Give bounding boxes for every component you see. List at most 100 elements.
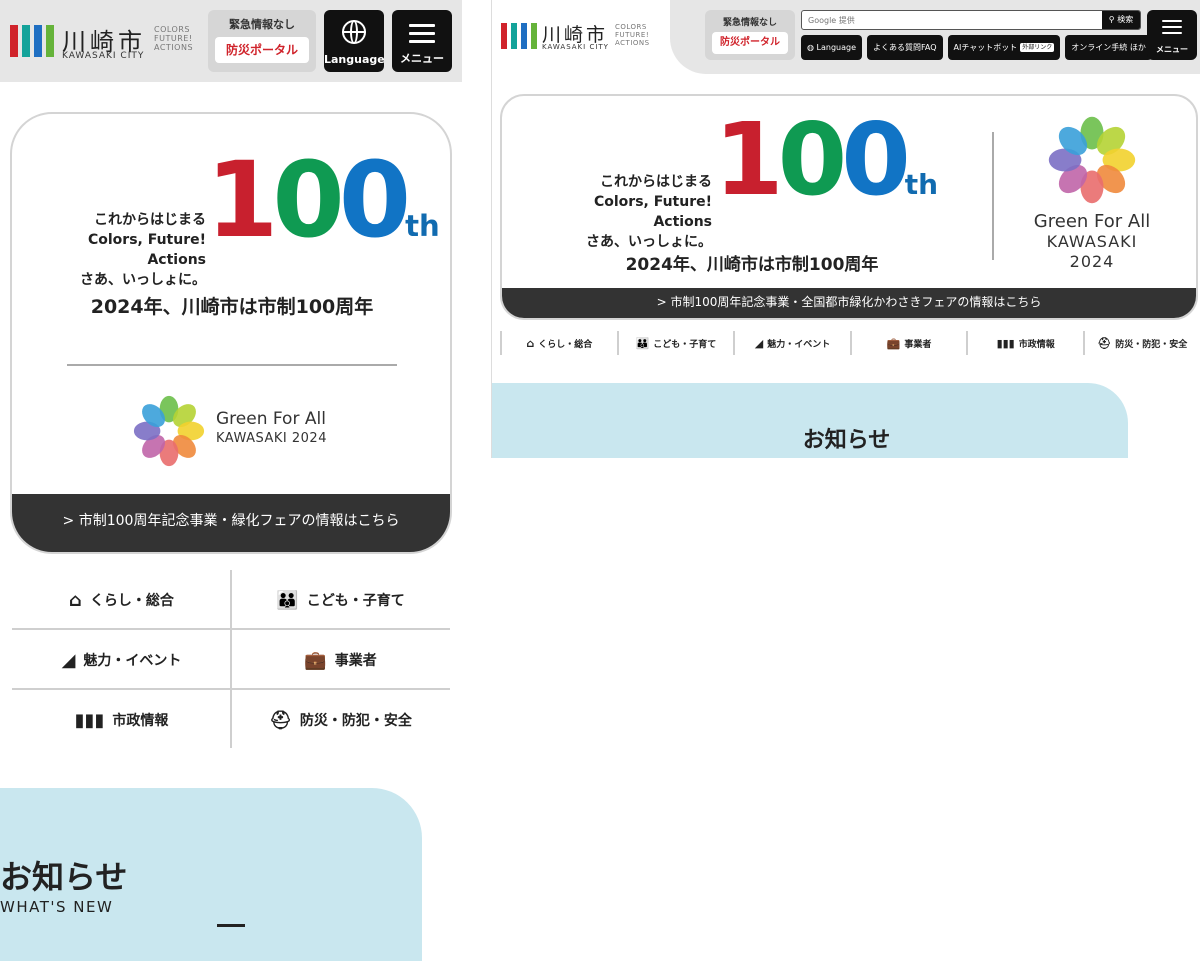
- nav-label: 市政情報: [112, 713, 169, 729]
- cfa-line: ACTIONS: [154, 43, 194, 52]
- nav-item-city-admin[interactable]: ▮▮▮ 市政情報: [966, 331, 1083, 355]
- banner-slogan: これからはじまる Colors, Future! Actions さあ、いっしょ…: [26, 210, 206, 290]
- centennial-100th-logo: 100th: [206, 148, 440, 278]
- globe-icon: ◍: [807, 43, 817, 52]
- pill-label: Language: [816, 43, 857, 52]
- centennial-banner[interactable]: これからはじまる Colors, Future! Actions さあ、いっしょ…: [500, 94, 1198, 320]
- city-logo-icon[interactable]: [10, 25, 54, 57]
- language-button[interactable]: ◍ Language: [801, 35, 863, 60]
- globe-icon: [342, 20, 366, 44]
- disaster-portal-button[interactable]: 防災ポータル: [215, 37, 309, 63]
- banner-divider: [992, 132, 994, 260]
- digit-zero: 0: [338, 139, 411, 261]
- emergency-status: 緊急情報なし: [229, 18, 295, 31]
- menu-button[interactable]: メニュー: [1147, 10, 1197, 60]
- disaster-portal-button[interactable]: 防災ポータル: [712, 32, 788, 54]
- nav-item-city-admin[interactable]: ▮▮▮ 市政情報: [12, 690, 231, 750]
- helmet-icon: ⛑: [269, 709, 292, 731]
- green-for-all-flower-icon: [133, 395, 205, 467]
- nav-item-business[interactable]: 💼 事業者: [849, 331, 967, 355]
- nav-label: 魅力・イベント: [767, 339, 831, 350]
- city-logo-icon[interactable]: [501, 23, 537, 49]
- family-icon: 👪: [276, 589, 299, 611]
- nav-item-safety[interactable]: ⛑ 防災・防犯・安全: [1082, 331, 1200, 355]
- nav-item-living[interactable]: ⌂ くらし・総合: [12, 570, 231, 630]
- category-nav-desktop: ⌂ くらし・総合 👪 こども・子育て ◢ 魅力・イベント 💼 事業者 ▮▮▮ 市政情報 ⛑…: [500, 331, 1200, 355]
- nav-item-living[interactable]: ⌂ くらし・総合: [500, 331, 617, 355]
- news-title: お知らせ: [802, 428, 891, 453]
- news-title: お知らせ: [0, 858, 128, 896]
- search-button[interactable]: ⚲ 検索: [1102, 11, 1140, 29]
- centennial-100th-logo: 100th: [714, 110, 938, 235]
- flag-icon: ◢: [61, 649, 76, 671]
- pillars-icon: ▮▮▮: [996, 336, 1015, 350]
- nav-item-business[interactable]: 💼 事業者: [231, 630, 450, 690]
- language-button[interactable]: Language: [324, 10, 385, 72]
- search-input[interactable]: [802, 11, 1102, 29]
- slogan-line: Colors, Future! Actions: [87, 232, 206, 268]
- centennial-info-link[interactable]: > 市制100周年記念事業・緑化フェアの情報はこちら: [12, 494, 450, 552]
- centennial-banner[interactable]: これからはじまる Colors, Future! Actions さあ、いっしょ…: [10, 112, 452, 554]
- banner-slogan: これからはじまる Colors, Future! Actions さあ、いっしょ…: [532, 172, 712, 252]
- green-for-all-flower-icon: [1048, 116, 1136, 204]
- nav-label: 魅力・イベント: [83, 653, 182, 669]
- faq-link[interactable]: よくある質問FAQ: [867, 35, 943, 60]
- search-button-label: 検索: [1117, 15, 1134, 24]
- digit-zero: 0: [272, 139, 344, 261]
- gfa-title: Green For All: [216, 409, 326, 429]
- gfa-year: 2024: [1069, 252, 1115, 271]
- nav-label: 事業者: [334, 653, 377, 669]
- nav-item-attractions[interactable]: ◢ 魅力・イベント: [733, 331, 850, 355]
- news-subtitle: WHAT'S NEW: [0, 898, 114, 916]
- cfa-line: FUTURE!: [615, 31, 650, 39]
- online-procedures-link[interactable]: オンライン手続 ほか: [1065, 35, 1152, 60]
- gfa-subtitle: KAWASAKI 2024: [216, 431, 327, 446]
- centennial-info-link[interactable]: > 市制100周年記念事業・全国都市緑化かわさきフェアの情報はこちら: [502, 288, 1196, 318]
- house-icon: ⌂: [69, 589, 82, 611]
- nav-item-attractions[interactable]: ◢ 魅力・イベント: [12, 630, 231, 690]
- menu-label: メニュー: [1156, 45, 1188, 54]
- mobile-header: 川崎市 KAWASAKI CITY COLORS FUTURE! ACTIONS…: [0, 0, 462, 82]
- ai-chatbot-link[interactable]: AIチャットボット 外部リンク: [947, 35, 1061, 60]
- site-search: ⚲ 検索: [801, 10, 1141, 30]
- cfa-logo: COLORS FUTURE! ACTIONS: [154, 25, 193, 52]
- cfa-line: ACTIONS: [615, 39, 650, 47]
- nav-item-kids[interactable]: 👪 こども・子育て: [231, 570, 450, 630]
- gfa-title: Green For All: [1033, 211, 1151, 232]
- banner-headline: 2024年、川崎市は市制100周年: [625, 255, 879, 275]
- pill-label: AIチャットボット: [953, 43, 1018, 52]
- digit-one: 1: [714, 101, 784, 218]
- slogan-line: これからはじまる: [94, 212, 206, 228]
- slogan-line: これからはじまる: [600, 174, 712, 190]
- nav-label: 市政情報: [1018, 339, 1055, 350]
- flag-icon: ◢: [754, 336, 764, 350]
- slogan-line: さあ、いっしょに。: [586, 234, 712, 250]
- nav-item-safety[interactable]: ⛑ 防災・防犯・安全: [231, 690, 450, 750]
- hamburger-icon: [409, 24, 435, 48]
- city-name-en: KAWASAKI CITY: [542, 43, 609, 51]
- menu-button[interactable]: メニュー: [392, 10, 452, 72]
- cfa-line: FUTURE!: [154, 34, 193, 43]
- emergency-status: 緊急情報なし: [722, 18, 777, 28]
- nav-label: こども・子育て: [306, 593, 405, 609]
- ordinal-suffix: th: [904, 168, 939, 201]
- banner-headline: 2024年、川崎市は市制100周年: [90, 296, 374, 318]
- hamburger-icon: [1162, 20, 1182, 38]
- external-link-badge: 外部リンク: [1020, 43, 1055, 52]
- nav-label: くらし・総合: [89, 593, 174, 609]
- nav-label: 事業者: [904, 339, 932, 350]
- ordinal-suffix: th: [405, 209, 440, 243]
- nav-label: くらし・総合: [538, 339, 593, 350]
- digit-zero: 0: [777, 101, 848, 218]
- city-name-en: KAWASAKI CITY: [62, 51, 145, 61]
- family-icon: 👪: [635, 336, 650, 350]
- nav-label: 防災・防犯・安全: [1115, 339, 1188, 350]
- green-for-all-text: Green For All KAWASAKI 2024: [216, 410, 327, 448]
- pillars-icon: ▮▮▮: [74, 709, 105, 731]
- emergency-box: 緊急情報なし 防災ポータル: [705, 10, 795, 60]
- nav-item-kids[interactable]: 👪 こども・子育て: [616, 331, 734, 355]
- nav-label: 防災・防犯・安全: [299, 713, 412, 729]
- slogan-line: Colors, Future! Actions: [593, 194, 712, 230]
- menu-label: メニュー: [400, 52, 444, 65]
- digit-one: 1: [206, 139, 278, 261]
